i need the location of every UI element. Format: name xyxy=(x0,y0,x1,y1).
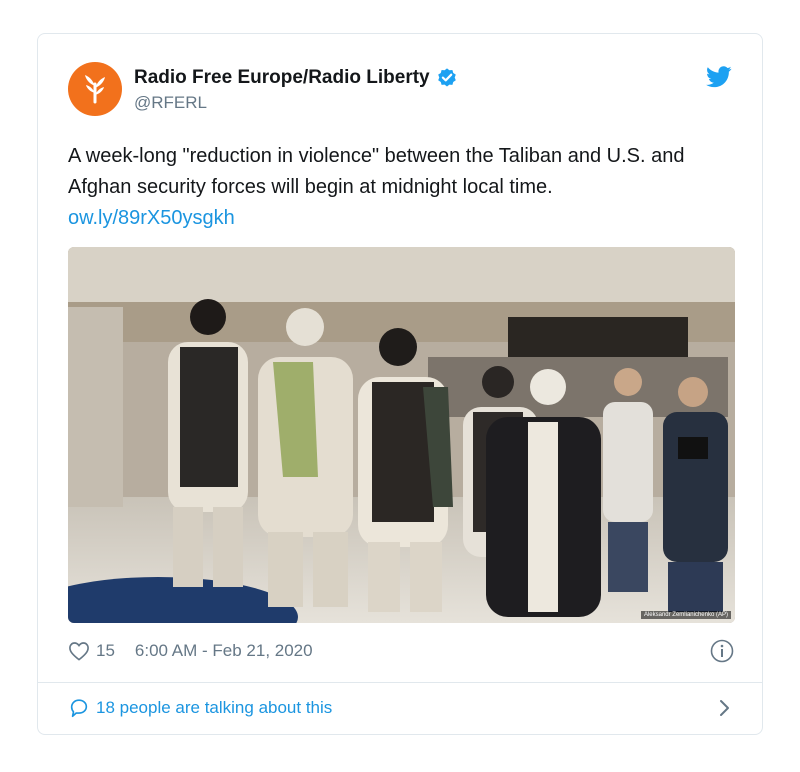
tweet-card[interactable]: Radio Free Europe/Radio Liberty @RFERL A… xyxy=(37,33,763,735)
divider xyxy=(38,682,762,683)
rferl-logo-icon[interactable] xyxy=(68,62,122,116)
tweet-link[interactable]: ow.ly/89rX50ysgkh xyxy=(68,203,738,234)
tweet-text: A week-long "reduction in violence" betw… xyxy=(68,141,738,234)
timestamp[interactable]: 6:00 AM - Feb 21, 2020 xyxy=(135,641,313,661)
photo-credit: Aleksandr Zemlianichenko (AP) xyxy=(640,611,731,619)
conversation-link[interactable]: 18 people are talking about this xyxy=(68,696,734,720)
tweet-photo[interactable]: Aleksandr Zemlianichenko (AP) xyxy=(68,247,735,623)
verified-badge-icon xyxy=(437,68,456,87)
photo-image xyxy=(68,247,735,623)
conversation-label[interactable]: 18 people are talking about this xyxy=(96,698,332,718)
meta-row: 15 6:00 AM - Feb 21, 2020 xyxy=(68,639,734,663)
author-name-text[interactable]: Radio Free Europe/Radio Liberty xyxy=(134,67,430,89)
twitter-bird-icon[interactable] xyxy=(706,66,732,93)
like-count[interactable]: 15 xyxy=(96,641,115,661)
author-name[interactable]: Radio Free Europe/Radio Liberty xyxy=(134,67,458,89)
info-icon[interactable] xyxy=(710,639,734,663)
author-handle[interactable]: @RFERL xyxy=(134,93,207,113)
speech-bubble-icon xyxy=(70,699,88,718)
heart-icon[interactable] xyxy=(68,641,90,661)
tweet-body: A week-long "reduction in violence" betw… xyxy=(68,145,685,198)
chevron-right-icon[interactable] xyxy=(714,698,734,718)
